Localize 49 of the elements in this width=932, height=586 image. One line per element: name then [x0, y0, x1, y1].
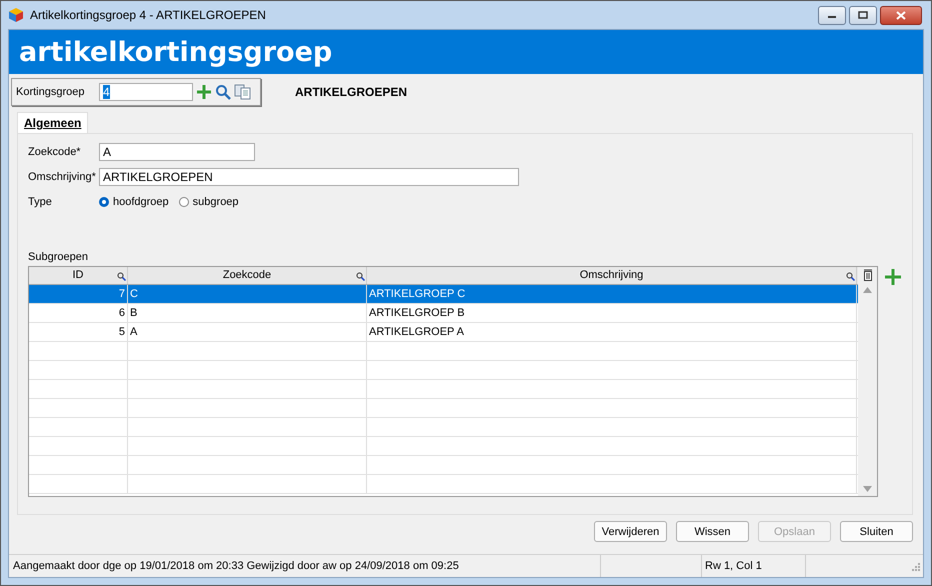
dialog-button[interactable]: Sluiten: [840, 521, 913, 542]
table-cell: C: [128, 285, 367, 303]
add-icon[interactable]: [196, 84, 212, 100]
filter-icon[interactable]: [117, 272, 126, 281]
table-row[interactable]: 6 B ARTIKELGROEP B: [29, 304, 858, 323]
input-field[interactable]: A: [99, 143, 255, 161]
table-cell: ARTIKELGROEP C: [367, 285, 857, 303]
table-cell: B: [128, 304, 367, 322]
table-row[interactable]: 7 C ARTIKELGROEP C: [29, 285, 858, 304]
minimize-button[interactable]: [818, 6, 846, 24]
status-text: Aangemaakt door dge op 19/01/2018 om 20:33 Gewijzigd door aw op 24/09/2018 om 09:25: [13, 560, 460, 572]
search-icon[interactable]: [215, 84, 231, 100]
close-icon: [896, 10, 906, 20]
table-cell: 6: [29, 304, 128, 322]
input-field[interactable]: ARTIKELGROEPEN: [99, 168, 519, 186]
radio-option[interactable]: hoofdgroep: [99, 196, 169, 208]
field-label: Kortingsgroep: [16, 86, 86, 98]
table-cell: A: [128, 323, 367, 341]
dialog-button[interactable]: Verwijderen: [594, 521, 667, 542]
cursor-position: Rw 1, Col 1: [701, 555, 805, 577]
field-label: Type: [28, 196, 53, 208]
group-name: ARTIKELGROEPEN: [295, 85, 408, 99]
field-label: Omschrijving*: [28, 171, 97, 183]
table-row[interactable]: 5 A ARTIKELGROEP A: [29, 323, 858, 342]
column-header[interactable]: ID: [29, 267, 128, 284]
copy-icon[interactable]: [234, 84, 252, 100]
scrollbar[interactable]: [858, 267, 877, 496]
input-field[interactable]: 4: [99, 83, 193, 101]
maximize-icon: [858, 11, 868, 19]
add-icon[interactable]: [885, 269, 901, 285]
field-label: Zoekcode*: [28, 146, 82, 158]
page-title: artikelkortingsgroep: [19, 36, 332, 68]
radio-option[interactable]: subgroep: [178, 196, 239, 208]
table-cell: 7: [29, 285, 128, 303]
resize-grip-icon[interactable]: [910, 561, 920, 571]
table-cell: ARTIKELGROEP B: [367, 304, 857, 322]
section-label: Subgroepen: [28, 251, 89, 261]
window-title: Artikelkortingsgroep 4 - ARTIKELGROEPEN: [30, 8, 266, 22]
cube-icon: [8, 7, 24, 23]
table-cell: 5: [29, 323, 128, 341]
maximize-button[interactable]: [849, 6, 877, 24]
close-button[interactable]: [880, 6, 922, 24]
filter-icon[interactable]: [846, 272, 855, 281]
column-header[interactable]: Omschrijving: [367, 267, 857, 284]
table-cell: ARTIKELGROEP A: [367, 323, 857, 341]
dialog-button[interactable]: Wissen: [676, 521, 749, 542]
filter-icon[interactable]: [356, 272, 365, 281]
tab[interactable]: Algemeen: [17, 112, 88, 133]
column-header[interactable]: Zoekcode: [128, 267, 367, 284]
